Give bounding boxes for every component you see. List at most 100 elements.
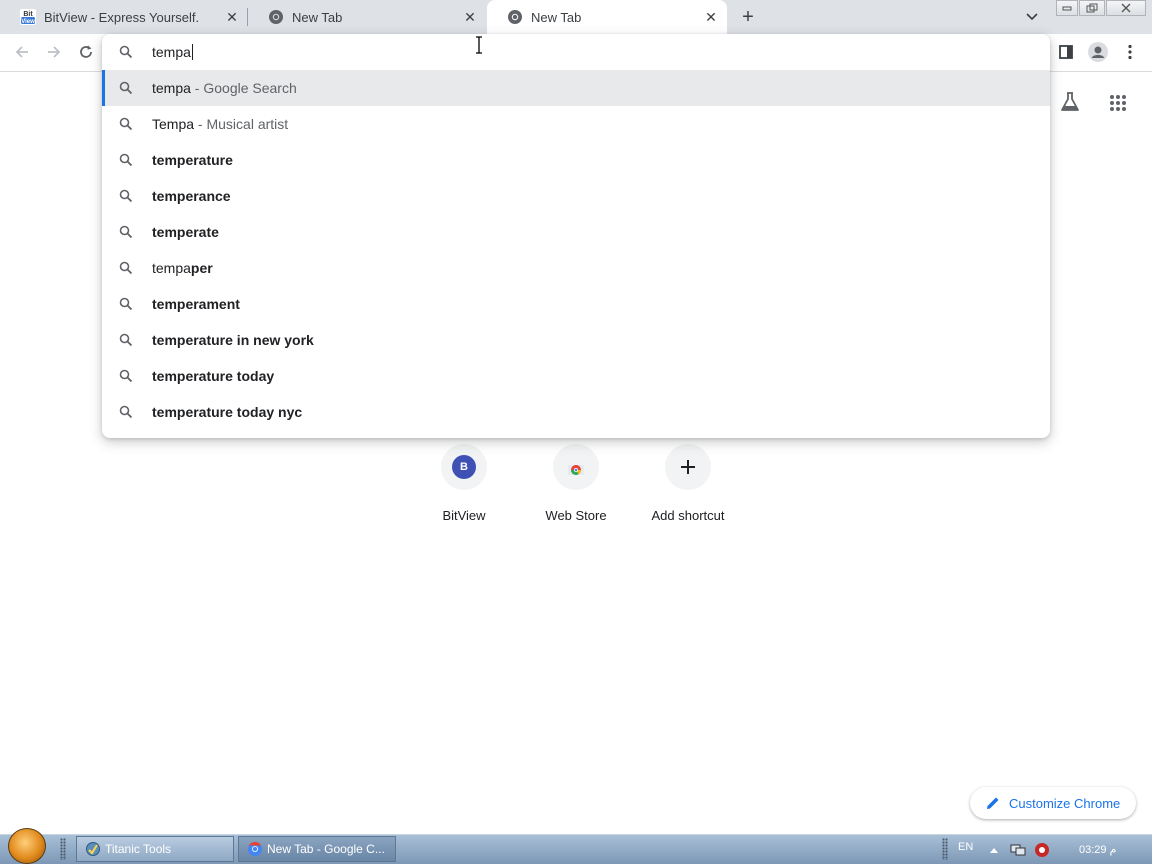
apps-button[interactable] <box>1106 91 1130 115</box>
side-panel-button[interactable] <box>1053 39 1079 65</box>
tray-expand-icon[interactable] <box>990 847 998 853</box>
apps-grid-icon <box>1110 95 1126 111</box>
forward-button[interactable] <box>41 39 67 65</box>
add-shortcut-button[interactable]: Add shortcut <box>632 444 744 523</box>
tab-title: BitView - Express Yourself. <box>44 9 200 25</box>
suggestion-text: temperament <box>152 296 240 312</box>
shortcut-label: Add shortcut <box>651 508 725 523</box>
tab-bitview[interactable]: Bit View BitView - Express Yourself. ✕ <box>0 0 248 34</box>
text-caret <box>191 44 193 60</box>
suggestion-text: temperature today <box>152 368 275 384</box>
suggestion-item[interactable]: temperature <box>102 142 1050 178</box>
chrome-icon <box>269 10 283 24</box>
customize-chrome-button[interactable]: Customize Chrome <box>970 787 1136 819</box>
text-cursor-icon <box>476 36 482 54</box>
omnibox-input-row[interactable]: tempa <box>102 34 1050 70</box>
suggestion-text: per <box>190 260 213 276</box>
suggestion-text: temperance <box>152 188 231 204</box>
taskbar-grip <box>60 838 66 860</box>
shortcut-bitview[interactable]: B BitView <box>408 444 520 523</box>
suggestion-item[interactable]: temperament <box>102 286 1050 322</box>
customize-label: Customize Chrome <box>1009 795 1121 811</box>
start-button[interactable] <box>8 828 46 864</box>
suggestion-item[interactable]: Tempa - Musical artist <box>102 106 1050 142</box>
shortcut-tile <box>553 444 599 490</box>
chrome-icon <box>248 841 262 856</box>
profile-button[interactable] <box>1085 39 1111 65</box>
suggestion-list: tempa - Google Search Tempa - Musical ar… <box>102 70 1050 430</box>
new-tab-button[interactable]: + <box>736 5 760 29</box>
svg-text:View: View <box>21 19 35 25</box>
suggestion-description: - Google Search <box>190 80 297 96</box>
suggestion-text: Tempa <box>152 116 195 132</box>
security-icon[interactable] <box>1034 842 1050 858</box>
chrome-icon <box>508 10 522 24</box>
search-icon <box>119 261 133 275</box>
close-icon[interactable]: ✕ <box>224 9 240 25</box>
suggestion-item[interactable]: tempa - Google Search <box>102 70 1050 106</box>
shortcut-label: BitView <box>442 508 486 523</box>
plus-icon <box>681 460 695 474</box>
search-icon <box>119 189 133 203</box>
back-button[interactable] <box>9 39 35 65</box>
restore-button[interactable] <box>1079 0 1105 16</box>
language-indicator[interactable]: EN <box>958 841 973 853</box>
taskbar-button-chrome[interactable]: New Tab - Google C... <box>238 836 396 862</box>
svg-text:Bit: Bit <box>23 11 33 18</box>
labs-button[interactable] <box>1058 90 1082 114</box>
reload-button[interactable] <box>73 39 99 65</box>
suggestion-item[interactable]: temperature today nyc <box>102 394 1050 430</box>
avatar <box>1088 42 1108 62</box>
more-vert-icon <box>1128 44 1132 60</box>
suggestion-text: temperate <box>152 224 219 240</box>
web-store-icon <box>568 465 584 475</box>
flask-icon <box>1061 92 1079 111</box>
reload-icon <box>80 45 92 58</box>
shortcut-tile: B <box>441 444 487 490</box>
search-icon <box>119 405 133 419</box>
network-icon[interactable] <box>1010 843 1026 857</box>
suggestion-text: temperature in new york <box>152 332 314 348</box>
suggestion-item[interactable]: tempa per <box>102 250 1050 286</box>
search-icon <box>119 369 133 383</box>
suggestion-text: tempa <box>152 80 191 96</box>
chevron-down-icon[interactable] <box>1022 7 1042 27</box>
search-icon <box>119 81 133 95</box>
shortcut-label: Web Store <box>545 508 607 523</box>
bitview-icon: Bit View <box>20 9 36 25</box>
close-window-button[interactable] <box>1106 0 1146 16</box>
titanic-tools-icon <box>86 842 100 856</box>
suggestion-description: - Musical artist <box>194 116 289 132</box>
tab-new-tab-active[interactable]: New Tab ✕ <box>487 0 727 34</box>
tab-title: New Tab <box>292 9 343 25</box>
side-panel-icon <box>1059 45 1073 59</box>
search-icon <box>119 225 133 239</box>
minimize-button[interactable] <box>1056 0 1078 16</box>
close-icon[interactable]: ✕ <box>462 9 478 25</box>
taskbar-button-label: Titanic Tools <box>105 842 172 856</box>
search-icon <box>119 45 133 59</box>
search-icon <box>119 117 133 131</box>
suggestion-item[interactable]: temperature in new york <box>102 322 1050 358</box>
taskbar-button-titanic-tools[interactable]: Titanic Tools <box>76 836 234 862</box>
clock[interactable]: 03:29 م <box>1079 843 1116 856</box>
tab-new-tab-1[interactable]: New Tab ✕ <box>248 0 486 34</box>
tab-title: New Tab <box>531 9 582 25</box>
search-icon <box>119 297 133 311</box>
suggestion-item[interactable]: temperate <box>102 214 1050 250</box>
taskbar-button-label: New Tab - Google C... <box>267 842 385 856</box>
arrow-right-icon <box>48 46 61 58</box>
search-icon <box>119 333 133 347</box>
shortcut-web-store[interactable]: Web Store <box>520 444 632 523</box>
search-icon <box>119 153 133 167</box>
suggestion-text: temperature <box>152 152 233 168</box>
suggestion-text: temperature today nyc <box>152 404 303 420</box>
suggestion-item[interactable]: temperance <box>102 178 1050 214</box>
omnibox-input[interactable]: tempa <box>152 44 193 60</box>
close-icon[interactable]: ✕ <box>703 9 719 25</box>
omnibox-query: tempa <box>152 44 191 60</box>
tray-grip <box>942 838 948 860</box>
menu-button[interactable] <box>1117 39 1143 65</box>
suggestion-item[interactable]: temperature today <box>102 358 1050 394</box>
arrow-left-icon <box>15 46 28 58</box>
